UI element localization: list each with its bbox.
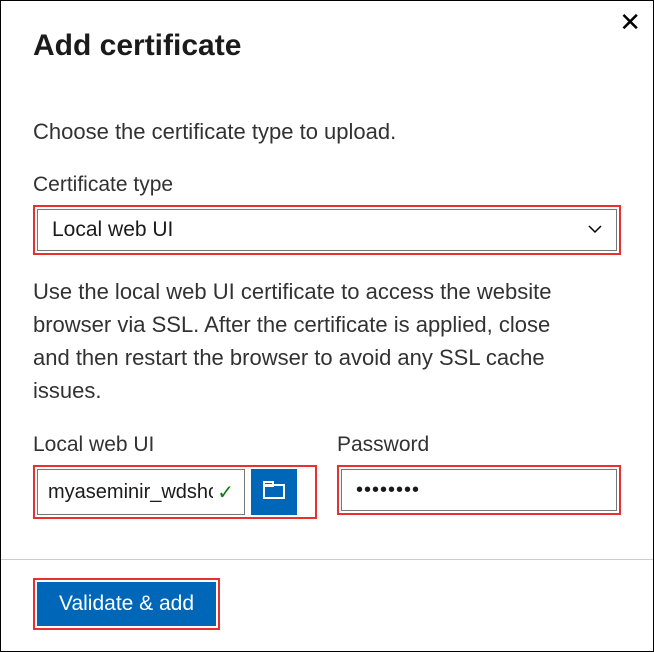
- browse-button[interactable]: [251, 469, 297, 515]
- file-value: myaseminir_wdshc: [48, 481, 213, 504]
- check-icon: ✓: [217, 480, 234, 505]
- instruction-text: Choose the certificate type to upload.: [33, 119, 621, 145]
- dialog-footer: Validate & add: [1, 560, 653, 648]
- cert-type-select[interactable]: Local web UI: [37, 209, 617, 251]
- file-label: Local web UI: [33, 433, 317, 457]
- dialog-body: Add certificate Choose the certificate t…: [1, 1, 653, 519]
- cert-type-highlight: Local web UI: [33, 205, 621, 255]
- cert-type-value: Local web UI: [52, 218, 588, 242]
- submit-highlight: Validate & add: [33, 578, 220, 630]
- password-highlight: ••••••••: [337, 465, 621, 515]
- password-input[interactable]: ••••••••: [341, 469, 617, 511]
- file-input[interactable]: myaseminir_wdshc ✓: [37, 469, 245, 515]
- close-icon[interactable]: ✕: [619, 9, 641, 35]
- folder-icon: [263, 481, 285, 504]
- validate-add-button[interactable]: Validate & add: [37, 582, 216, 626]
- cert-type-label: Certificate type: [33, 173, 621, 197]
- file-highlight: myaseminir_wdshc ✓: [33, 465, 317, 519]
- dialog-title: Add certificate: [33, 29, 621, 63]
- password-label: Password: [337, 433, 621, 457]
- password-value: ••••••••: [356, 479, 420, 502]
- cert-type-description: Use the local web UI certificate to acce…: [33, 275, 593, 407]
- chevron-down-icon: [588, 221, 602, 239]
